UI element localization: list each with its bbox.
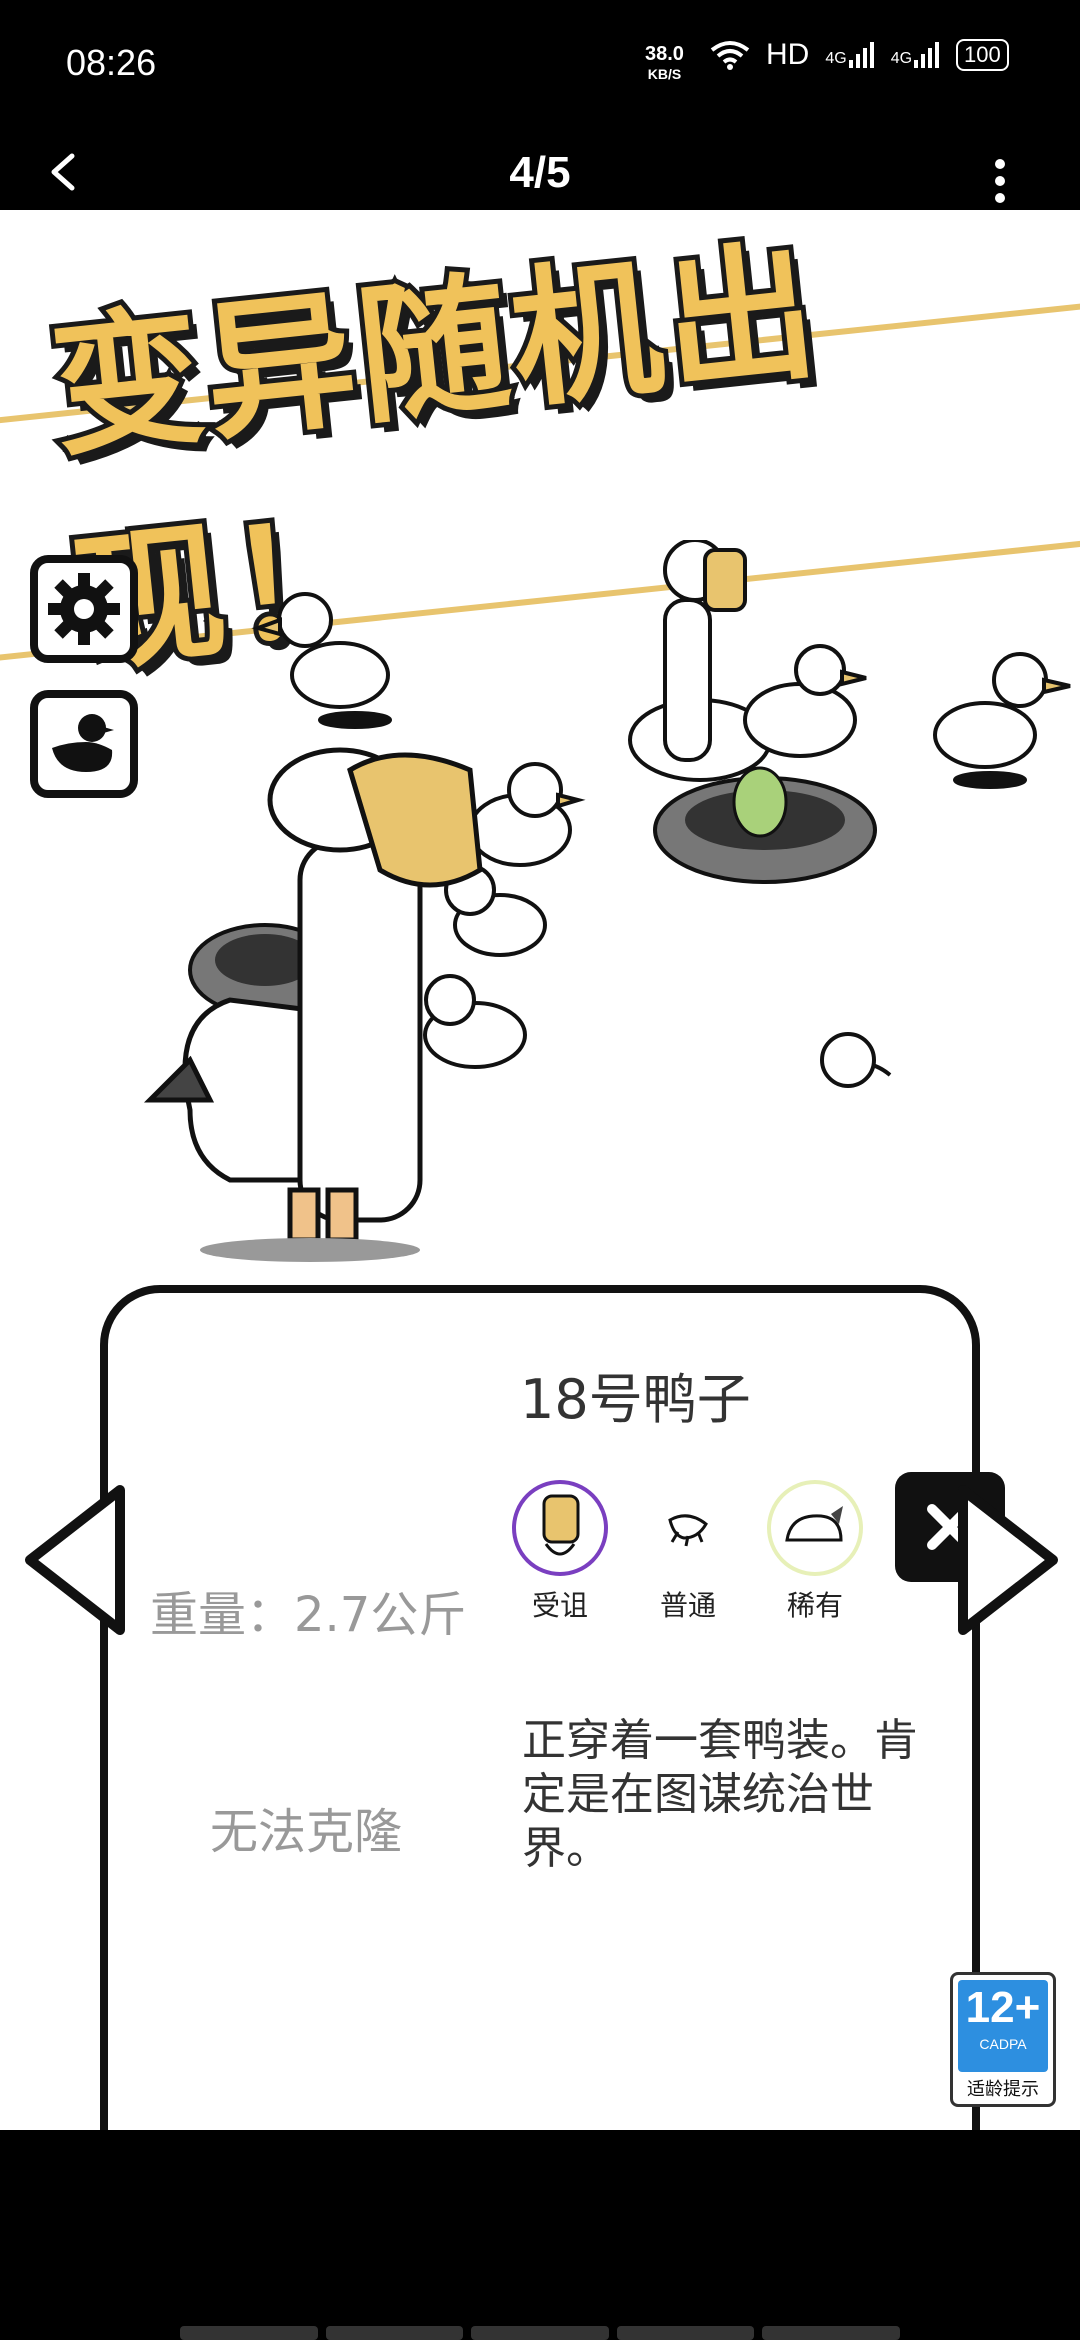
wifi-icon [710, 41, 750, 70]
status-bar: 08:26 38.0 KB/S HD 4G 4G 100 [0, 0, 1080, 140]
thumbnail[interactable] [616, 2326, 755, 2340]
hd-indicator: HD [766, 38, 810, 71]
status-time: 08:26 [66, 42, 157, 83]
more-options-icon[interactable] [992, 158, 1008, 204]
duck-foot-icon [640, 1480, 736, 1576]
trait-label: 普通 [659, 1589, 716, 1622]
duck-description: 正穿着一套鸭装。肯定是在图谋统治世界。 [522, 1715, 918, 1874]
signal-4g-1: 4G [825, 42, 874, 68]
signal-4g-2-label: 4G [890, 50, 913, 67]
trait-rare[interactable]: 稀有 [760, 1480, 870, 1624]
thumbnail[interactable] [471, 2326, 609, 2340]
age-rating-org: CADPA [979, 2036, 1027, 2052]
age-rating-box: 12+ CADPA [958, 1980, 1048, 2072]
image-counter: 4/5 [509, 148, 571, 197]
duck-sprite [251, 592, 392, 729]
thumbnail[interactable] [180, 2326, 318, 2340]
thumbnail-strip [180, 2326, 900, 2340]
thumbnail[interactable] [325, 2326, 464, 2340]
signal-4g-2: 4G [891, 42, 940, 68]
clone-status: 无法克隆 [210, 1804, 403, 1860]
trait-normal[interactable]: 普通 [633, 1480, 743, 1624]
battery-indicator: 100 [956, 39, 1009, 71]
duck-weight: 重量：2.7公斤 [150, 1587, 467, 1643]
signal-bars-icon [848, 42, 874, 68]
signal-4g-1-label: 4G [825, 50, 847, 67]
viewer-bottom-bar [0, 2130, 1080, 2340]
next-arrow-icon[interactable] [945, 1470, 1065, 1650]
network-speed-unit: KB/S [647, 66, 682, 82]
duck-sprite [933, 652, 1071, 789]
thumbnail[interactable] [762, 2326, 900, 2340]
age-rating-label: 适龄提示 [967, 2079, 1039, 2100]
nest-with-egg [653, 766, 877, 884]
age-rating-number: 12+ [965, 1983, 1041, 2032]
network-speed-value: 38.0 [645, 43, 684, 65]
fluffy-tail-icon [767, 1480, 863, 1576]
trait-label: 受诅 [531, 1589, 588, 1622]
duck-name: 18号鸭子 [520, 1368, 751, 1431]
signal-bars-icon [914, 42, 940, 68]
trait-cursed[interactable]: 受诅 [505, 1480, 615, 1624]
network-speed: 38.0 KB/S [645, 44, 684, 84]
status-icons: HD 4G 4G 100 [710, 38, 1009, 72]
trait-label: 稀有 [786, 1589, 843, 1622]
cursed-mask-icon [512, 1480, 608, 1576]
tall-masked-duck [628, 540, 867, 782]
age-rating-badge: 12+ CADPA 适龄提示 [950, 1972, 1056, 2107]
prev-arrow-icon[interactable] [18, 1470, 138, 1650]
